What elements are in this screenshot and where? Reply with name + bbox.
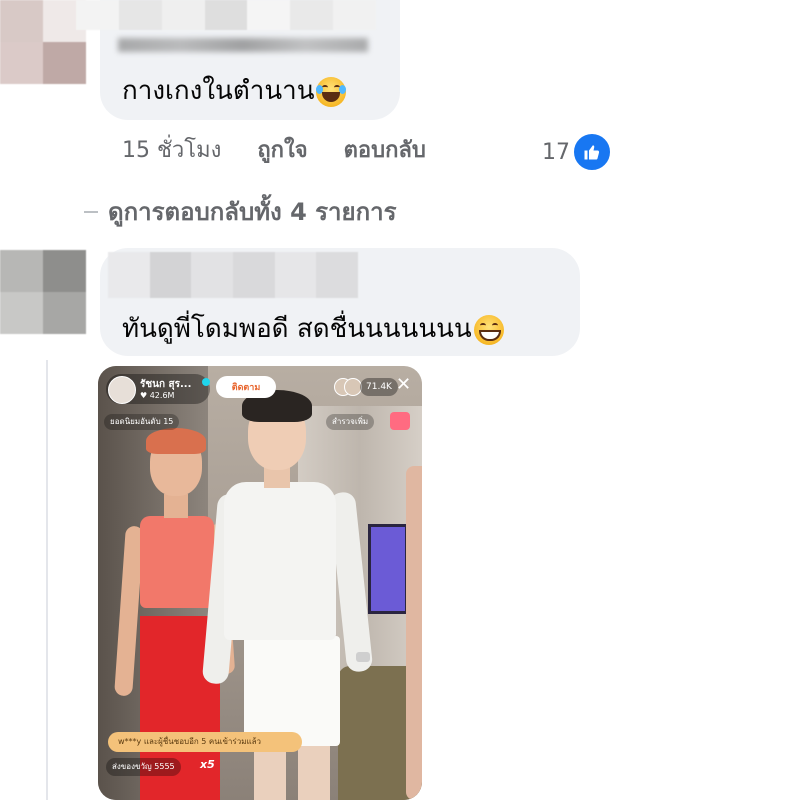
- comment-attached-photo[interactable]: รัชนก สุร... ♥ 42.6M ติดตาม 71.4K ✕ ยอดน…: [98, 366, 422, 800]
- reply-button[interactable]: ตอบกลับ: [344, 132, 426, 167]
- host-avatar: [108, 376, 136, 404]
- viewer-count: 71.4K: [360, 378, 398, 396]
- comment-text: กางเกงในตำนาน: [122, 70, 347, 111]
- explore-pill: สำรวจเพิ่ม: [326, 414, 375, 430]
- reply-thread-line: [46, 360, 48, 800]
- like-count-number: 17: [542, 139, 570, 165]
- name-pixel: [233, 252, 275, 298]
- verified-icon: [202, 378, 210, 386]
- reply-connector: [84, 210, 98, 213]
- person-left-neck: [164, 494, 188, 518]
- author-name-blurred[interactable]: [108, 252, 358, 298]
- name-pixel: [108, 252, 150, 298]
- gift-icon: [390, 412, 410, 430]
- viewer-avatars: [334, 378, 362, 396]
- avatar-pixel: [43, 292, 86, 334]
- person-left-top: [140, 516, 214, 608]
- author-name-redacted: [118, 38, 368, 52]
- comment-actions: 15 ชั่วโมง ถูกใจ ตอบกลับ: [122, 132, 426, 167]
- person-left-hair: [146, 428, 206, 454]
- like-button[interactable]: ถูกใจ: [257, 132, 307, 167]
- person-right-partial: [406, 466, 422, 800]
- name-pixel: [333, 0, 376, 30]
- name-pixel: [204, 0, 248, 30]
- avatar-pixel: [0, 292, 43, 334]
- person-center-shorts: [244, 636, 340, 746]
- follow-button: ติดตาม: [216, 376, 276, 398]
- name-pixel: [191, 252, 233, 298]
- person-center-shirt: [224, 482, 336, 640]
- laughing-crying-emoji-icon: [316, 76, 347, 107]
- avatar-pixel: [43, 250, 86, 292]
- grinning-emoji-icon: [473, 314, 504, 345]
- thumbs-up-icon: [572, 132, 612, 172]
- comment-text: ทันดูพี่โดมพอดี สดชื่นนนนนนน: [122, 308, 504, 349]
- gift-message: ส่งของขวัญ 5555: [106, 758, 181, 776]
- name-pixel: [149, 252, 192, 298]
- name-pixel: [247, 0, 291, 30]
- reaction-count[interactable]: 17: [542, 132, 612, 172]
- close-icon: ✕: [396, 374, 412, 395]
- rank-badge: ยอดนิยมอันดับ 15: [104, 414, 180, 430]
- avatar-pixel: [0, 0, 43, 42]
- host-name: รัชนก สุร...: [140, 379, 192, 390]
- avatar[interactable]: [0, 250, 86, 334]
- name-pixel: [316, 252, 358, 298]
- person-center-leg: [298, 742, 330, 800]
- view-replies-label: ดูการตอบกลับทั้ง 4 รายการ: [108, 198, 397, 226]
- avatar[interactable]: [0, 0, 86, 84]
- comment-timestamp[interactable]: 15 ชั่วโมง: [122, 132, 221, 167]
- name-pixel: [118, 0, 162, 30]
- photo-tv: [368, 524, 408, 614]
- name-pixel: [76, 0, 119, 30]
- avatar-pixel: [43, 42, 86, 84]
- view-replies-link[interactable]: ดูการตอบกลับทั้ง 4 รายการ: [84, 192, 396, 231]
- name-pixel: [290, 0, 334, 30]
- avatar-pixel: [0, 250, 43, 292]
- avatar-pixel: [0, 42, 43, 84]
- host-likes: ♥ 42.6M: [140, 391, 175, 400]
- join-banner: w***y และผู้ชื่นชอบอีก 5 คนเข้าร่วมแล้ว: [108, 732, 302, 752]
- name-pixel: [161, 0, 205, 30]
- comment-thread: กางเกงในตำนาน 15 ชั่วโมง ถูกใจ ตอบกลับ 1…: [0, 0, 806, 800]
- comment-text-content: ทันดูพี่โดมพอดี สดชื่นนนนนนน: [122, 314, 472, 344]
- comment-text-content: กางเกงในตำนาน: [122, 76, 315, 106]
- name-pixel: [274, 252, 317, 298]
- author-name-blurred[interactable]: [76, 0, 376, 30]
- gift-multiplier: x5: [200, 758, 215, 771]
- watch: [356, 652, 370, 662]
